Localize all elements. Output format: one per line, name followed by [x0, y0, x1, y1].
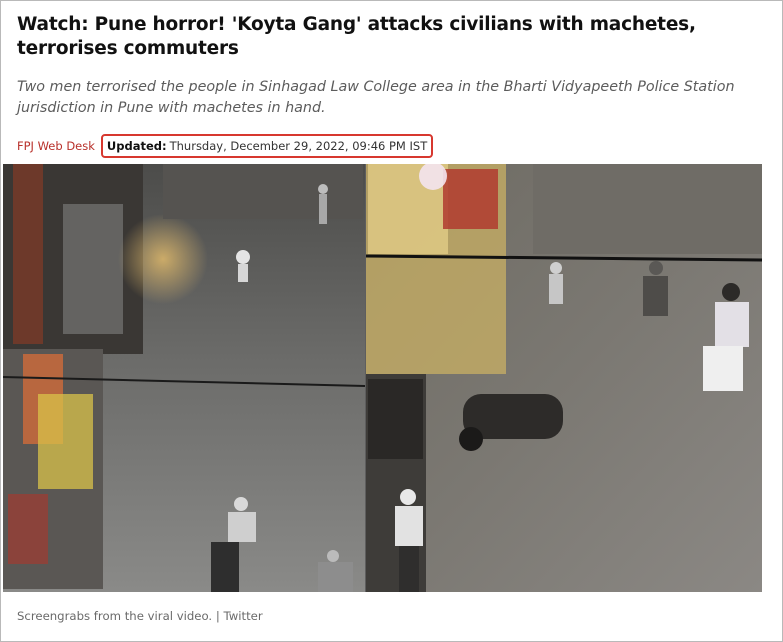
article-summary: Two men terrorised the people in Sinhaga…	[17, 79, 735, 116]
updated-label: Updated:	[106, 139, 167, 153]
article-meta: FPJ Web Desk Updated: Thursday, December…	[17, 134, 434, 158]
article-image[interactable]	[3, 164, 762, 592]
left-screengrab	[3, 164, 366, 592]
article-headline[interactable]: Watch: Pune horror! 'Koyta Gang' attacks…	[17, 13, 762, 61]
author-link[interactable]: FPJ Web Desk	[17, 139, 95, 153]
updated-date: Thursday, December 29, 2022, 09:46 PM IS…	[169, 139, 428, 153]
updated-timestamp-highlight: Updated: Thursday, December 29, 2022, 09…	[100, 134, 434, 158]
image-caption: Screengrabs from the viral video. | Twit…	[17, 609, 263, 623]
article-card: Watch: Pune horror! 'Koyta Gang' attacks…	[0, 0, 783, 642]
screengrab-collage	[3, 164, 762, 592]
right-screengrab	[365, 164, 762, 592]
